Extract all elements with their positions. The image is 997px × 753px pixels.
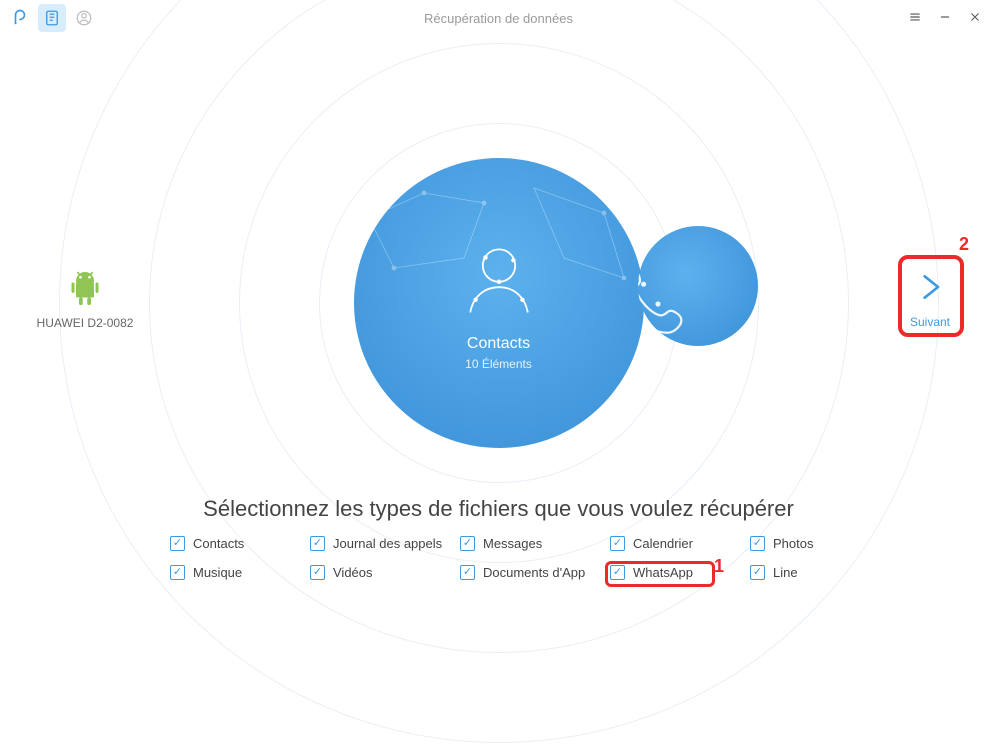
type-label: Photos xyxy=(773,536,813,551)
contact-icon xyxy=(454,235,544,325)
chevron-right-icon xyxy=(914,271,946,303)
connected-device: HUAWEI D2-0082 xyxy=(20,266,150,330)
type-call-log[interactable]: ✓ Journal des appels xyxy=(310,536,460,551)
next-button-label: Suivant xyxy=(901,315,959,329)
type-app-documents[interactable]: ✓ Documents d'App xyxy=(460,565,610,580)
type-messages[interactable]: ✓ Messages xyxy=(460,536,610,551)
android-icon xyxy=(67,266,103,308)
circle-title: Contacts xyxy=(467,335,530,353)
instruction-text: Sélectionnez les types de fichiers que v… xyxy=(0,496,997,522)
main-content: HUAWEI D2-0082 Contacts 10 Éléments xyxy=(0,36,997,617)
type-line[interactable]: ✓ Line xyxy=(750,565,860,580)
checkbox-icon: ✓ xyxy=(610,536,625,551)
window-title: Récupération de données xyxy=(0,11,997,26)
selection-circle-contacts[interactable]: Contacts 10 Éléments xyxy=(354,158,644,448)
type-music[interactable]: ✓ Musique xyxy=(170,565,310,580)
type-label: Vidéos xyxy=(333,565,373,580)
checkbox-icon: ✓ xyxy=(170,536,185,551)
next-button[interactable]: Suivant xyxy=(901,261,959,329)
menu-icon[interactable] xyxy=(907,10,923,27)
close-icon[interactable] xyxy=(967,10,983,26)
type-videos[interactable]: ✓ Vidéos xyxy=(310,565,460,580)
annotation-number-2: 2 xyxy=(959,234,969,255)
type-label: Line xyxy=(773,565,798,580)
type-label: Messages xyxy=(483,536,542,551)
checkbox-icon: ✓ xyxy=(610,565,625,580)
checkbox-icon: ✓ xyxy=(310,565,325,580)
app-logo-icon[interactable] xyxy=(6,4,34,32)
checkbox-icon: ✓ xyxy=(460,536,475,551)
checkbox-icon: ✓ xyxy=(750,536,765,551)
circle-subtitle: 10 Éléments xyxy=(465,357,532,371)
type-label: WhatsApp xyxy=(633,565,693,580)
type-label: Calendrier xyxy=(633,536,693,551)
checkbox-icon: ✓ xyxy=(310,536,325,551)
settings-mode-icon[interactable] xyxy=(70,4,98,32)
type-whatsapp[interactable]: ✓ WhatsApp xyxy=(610,565,750,580)
phone-icon xyxy=(638,250,694,340)
checkbox-icon: ✓ xyxy=(460,565,475,580)
recovery-mode-icon[interactable] xyxy=(38,4,66,32)
type-label: Musique xyxy=(193,565,242,580)
type-calendar[interactable]: ✓ Calendrier xyxy=(610,536,750,551)
checkbox-icon: ✓ xyxy=(750,565,765,580)
type-label: Journal des appels xyxy=(333,536,442,551)
title-bar: Récupération de données xyxy=(0,0,997,36)
annotation-number-1: 1 xyxy=(714,556,724,577)
type-photos[interactable]: ✓ Photos xyxy=(750,536,860,551)
type-contacts[interactable]: ✓ Contacts xyxy=(170,536,310,551)
type-label: Contacts xyxy=(193,536,244,551)
type-label: Documents d'App xyxy=(483,565,585,580)
minimize-icon[interactable] xyxy=(937,10,953,27)
file-types-grid: ✓Contacts ✓Journal des appels ✓Messages … xyxy=(170,536,877,580)
checkbox-icon: ✓ xyxy=(170,565,185,580)
device-name: HUAWEI D2-0082 xyxy=(20,316,150,330)
selection-circle-call-log[interactable] xyxy=(638,226,758,346)
